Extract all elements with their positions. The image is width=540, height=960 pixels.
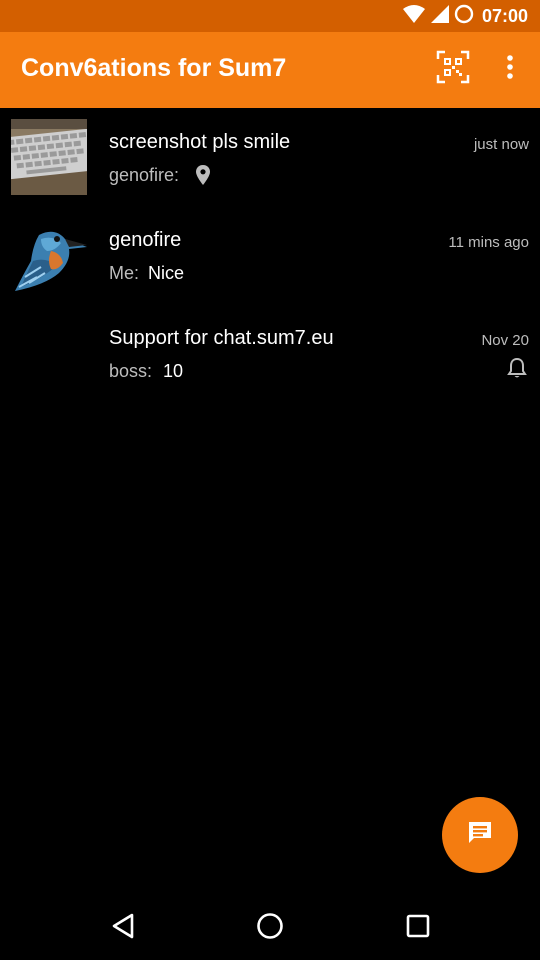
- back-icon: [110, 912, 136, 945]
- recents-icon: [405, 913, 431, 944]
- overflow-menu-button[interactable]: [496, 50, 524, 88]
- notification-bell-icon: [506, 356, 528, 380]
- status-time: 07:00: [481, 5, 528, 26]
- conversation-name: Support for chat.sum7.eu: [109, 327, 334, 349]
- battery-icon: [454, 4, 474, 29]
- wifi-icon: [402, 4, 426, 29]
- last-message-sender: genofire:: [109, 165, 180, 185]
- scan-qr-button[interactable]: [434, 50, 472, 88]
- last-message-sender: Me:: [109, 263, 140, 283]
- conversation-name: genofire: [109, 229, 182, 251]
- last-message-sender: boss:: [109, 361, 153, 381]
- overflow-menu-icon: [506, 54, 514, 84]
- conversation-item[interactable]: genofire 11 mins ago Me: Nice: [0, 206, 540, 304]
- home-icon: [256, 912, 284, 945]
- nav-recents-button[interactable]: [399, 910, 437, 946]
- conversation-item[interactable]: Support for chat.sum7.eu Nov 20 boss: 10: [0, 304, 540, 402]
- conversation-time: just now: [473, 136, 529, 153]
- conversation-avatar: [11, 119, 87, 195]
- nav-home-button[interactable]: [251, 910, 289, 946]
- conversation-list: screenshot pls smile just now genofire: …: [0, 108, 540, 402]
- app-title: Conv6ations for Sum7: [21, 54, 287, 82]
- conversation-time: Nov 20: [481, 332, 529, 349]
- app-bar: Conv6ations for Sum7: [0, 32, 540, 108]
- status-bar: 07:00: [0, 0, 540, 32]
- conversation-item[interactable]: screenshot pls smile just now genofire:: [0, 108, 540, 206]
- new-conversation-button[interactable]: [442, 797, 518, 873]
- nav-back-button[interactable]: [104, 910, 142, 946]
- status-icons: 07:00: [402, 4, 528, 29]
- new-message-icon: [466, 819, 494, 852]
- conversation-time: 11 mins ago: [448, 234, 529, 251]
- signal-icon: [430, 4, 450, 29]
- conversation-name: screenshot pls smile: [109, 131, 291, 153]
- navigation-bar: [0, 896, 540, 960]
- last-message-preview: Nice: [148, 263, 185, 283]
- last-message-preview: 10: [163, 361, 184, 381]
- conversation-avatar: [11, 217, 87, 293]
- qr-code-icon: [436, 50, 470, 89]
- location-pin-icon: [194, 164, 212, 186]
